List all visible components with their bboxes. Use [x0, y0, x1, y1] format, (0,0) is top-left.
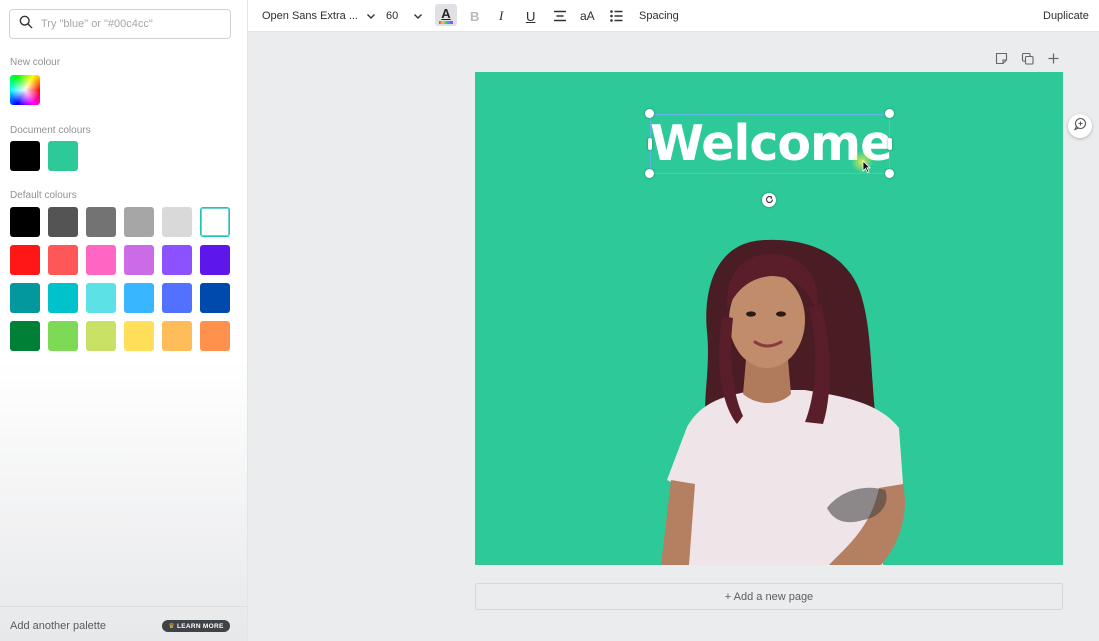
resize-handle-bottom-right[interactable]: [885, 169, 894, 178]
default-colour-swatch[interactable]: [200, 321, 230, 351]
colour-search-input[interactable]: [41, 18, 221, 30]
default-colour-swatch[interactable]: [162, 207, 192, 237]
bold-button[interactable]: B: [470, 0, 479, 32]
colour-search-box[interactable]: [9, 9, 231, 39]
text-toolbar: Open Sans Extra ... 60 A B I U aA Spacin…: [248, 0, 1099, 32]
resize-handle-right[interactable]: [888, 138, 892, 150]
comment-icon: [1073, 117, 1087, 136]
default-colour-swatch[interactable]: [200, 207, 230, 237]
sidebar-fade: [0, 360, 247, 641]
new-colour-picker-button[interactable]: [10, 75, 40, 105]
add-comment-button[interactable]: [1068, 114, 1092, 138]
add-page-button[interactable]: [1047, 52, 1060, 66]
default-colours-label: Default colours: [10, 190, 77, 201]
default-colour-swatch[interactable]: [48, 245, 78, 275]
default-colour-swatch[interactable]: [48, 207, 78, 237]
new-colour-label: New colour: [10, 57, 61, 68]
default-colour-swatch[interactable]: [162, 283, 192, 313]
default-colour-swatch[interactable]: [48, 321, 78, 351]
default-colour-swatch[interactable]: [162, 321, 192, 351]
page-notes-button[interactable]: [995, 52, 1008, 66]
default-colour-swatch[interactable]: [10, 283, 40, 313]
italic-button[interactable]: I: [499, 0, 503, 32]
default-colour-swatch[interactable]: [200, 283, 230, 313]
default-colour-swatch[interactable]: [124, 207, 154, 237]
default-colour-swatch[interactable]: [124, 283, 154, 313]
mouse-pointer-icon: [862, 160, 871, 178]
default-colour-swatch[interactable]: [86, 321, 116, 351]
plus-icon: [1047, 52, 1060, 69]
text-colour-button[interactable]: A: [435, 4, 457, 26]
default-colour-swatch[interactable]: [86, 245, 116, 275]
text-case-button[interactable]: aA: [580, 0, 595, 32]
rotate-handle[interactable]: [762, 193, 776, 207]
text-colour-letter: A: [441, 5, 451, 21]
sidebar-footer: Add another palette ♛ LEARN MORE: [0, 606, 247, 641]
default-colour-swatch[interactable]: [10, 245, 40, 275]
align-center-icon: [553, 10, 567, 22]
duplicate-page-button[interactable]: [1021, 52, 1034, 66]
resize-handle-top-right[interactable]: [885, 109, 894, 118]
document-colour-swatch[interactable]: [10, 141, 40, 171]
chevron-down-icon: [366, 11, 376, 21]
copy-icon: [1021, 52, 1034, 69]
colour-bar-icon: [439, 20, 453, 24]
resize-handle-top-left[interactable]: [645, 109, 654, 118]
underline-button[interactable]: U: [526, 0, 535, 32]
rotate-icon: [765, 191, 774, 209]
add-new-page-button[interactable]: + Add a new page: [475, 583, 1063, 610]
learn-more-label: LEARN MORE: [176, 622, 224, 630]
default-colour-swatch[interactable]: [86, 207, 116, 237]
default-colour-swatch[interactable]: [162, 245, 192, 275]
document-colour-swatch[interactable]: [48, 141, 78, 171]
crown-icon: ♛: [168, 623, 175, 630]
align-center-button[interactable]: [553, 0, 567, 32]
spacing-button[interactable]: Spacing: [639, 0, 679, 32]
font-family-label: Open Sans Extra ...: [262, 10, 358, 22]
chevron-down-icon: [413, 11, 423, 21]
font-size-dropdown[interactable]: 60: [386, 0, 423, 32]
learn-more-badge[interactable]: ♛ LEARN MORE: [162, 620, 230, 632]
add-another-palette-link[interactable]: Add another palette: [10, 620, 106, 632]
list-button[interactable]: [610, 0, 623, 32]
duplicate-button[interactable]: Duplicate: [1043, 0, 1089, 32]
default-colour-swatch[interactable]: [86, 283, 116, 313]
note-icon: [995, 52, 1008, 69]
default-colour-swatch[interactable]: [124, 245, 154, 275]
colour-panel: New colour Document colours Default colo…: [0, 0, 248, 641]
font-size-value: 60: [386, 10, 399, 22]
resize-handle-left[interactable]: [648, 138, 652, 150]
bullet-list-icon: [610, 10, 623, 22]
default-colour-swatch[interactable]: [48, 283, 78, 313]
resize-handle-bottom-left[interactable]: [645, 169, 654, 178]
default-colour-swatch[interactable]: [200, 245, 230, 275]
font-family-dropdown[interactable]: Open Sans Extra ...: [262, 0, 376, 32]
search-icon: [19, 15, 33, 34]
default-colour-swatch[interactable]: [124, 321, 154, 351]
document-colours-label: Document colours: [10, 125, 91, 136]
default-colour-swatch[interactable]: [10, 207, 40, 237]
default-colour-swatch[interactable]: [10, 321, 40, 351]
